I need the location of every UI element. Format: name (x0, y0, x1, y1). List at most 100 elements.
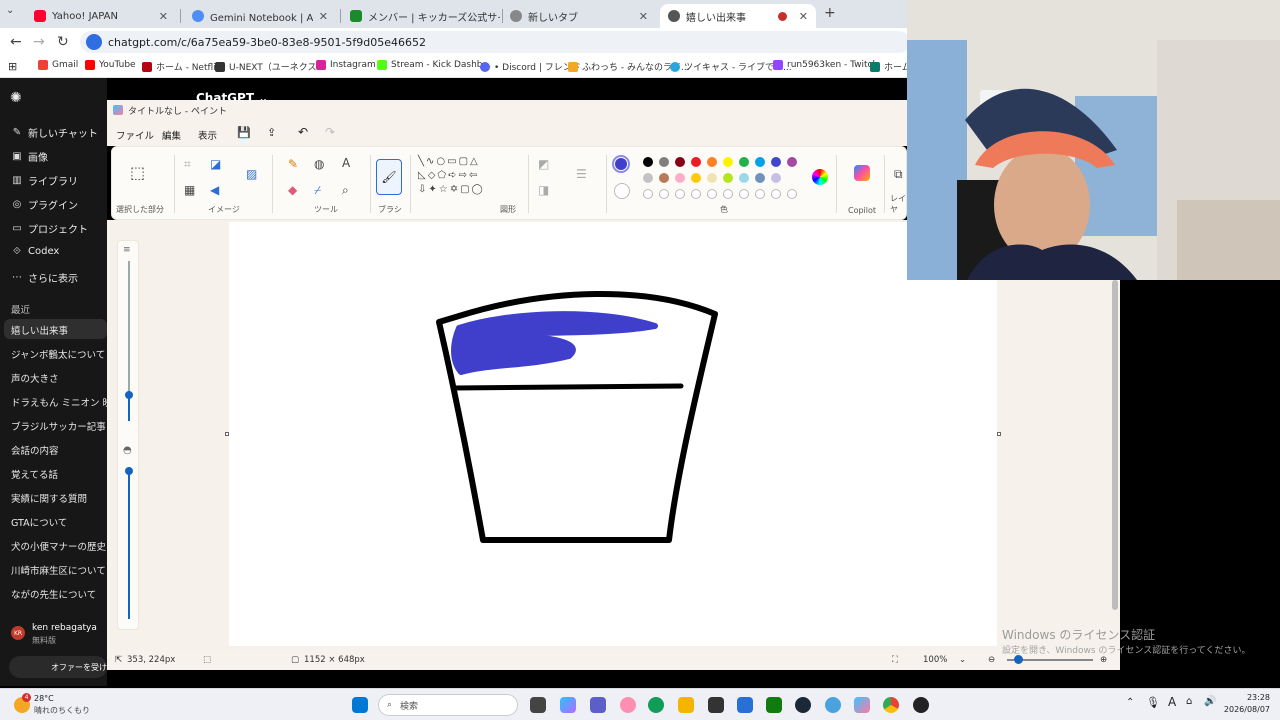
flip-icon[interactable]: ▦ (184, 183, 195, 197)
close-icon[interactable]: ✕ (153, 10, 168, 23)
size-slider-thumb[interactable] (125, 391, 133, 399)
custom-color-slot[interactable] (643, 189, 653, 199)
history-item[interactable]: 会話の内容 (11, 443, 107, 457)
outline-icon[interactable]: ◩ (538, 157, 549, 171)
custom-color-slot[interactable] (675, 189, 685, 199)
opacity-slider-thumb[interactable] (125, 467, 133, 475)
offer-button[interactable]: オファーを受け (9, 656, 107, 678)
user-name[interactable]: ken rebagatya (32, 623, 97, 633)
nav-projects[interactable]: ▭ プロジェクト (11, 221, 88, 236)
reload-icon[interactable]: ↻ (57, 34, 69, 50)
history-item[interactable]: 嬉しい出来事 (11, 323, 107, 337)
palette-swatch[interactable] (659, 173, 669, 183)
resize-icon[interactable]: ◪ (210, 157, 221, 171)
taskbar-search[interactable]: ⌕ 検索 (378, 694, 518, 716)
opacity-slider-track[interactable] (128, 467, 130, 619)
bookmark-kick[interactable]: Stream - Kick Dashb... (377, 60, 491, 70)
bookmark-discord[interactable]: • Discord | フレンド (480, 60, 581, 73)
custom-color-slot[interactable] (723, 189, 733, 199)
history-item[interactable]: ながの先生について (11, 587, 107, 601)
drawing-canvas[interactable] (229, 222, 997, 646)
nav-library[interactable]: ▥ ライブラリ (11, 173, 78, 188)
menu-view[interactable]: 表示 (198, 128, 217, 142)
palette-swatch[interactable] (787, 157, 797, 167)
history-item[interactable]: ジャンボ鶴太について (11, 347, 107, 361)
close-icon[interactable]: ✕ (793, 10, 808, 23)
copilot-taskbar-icon[interactable] (560, 697, 576, 713)
history-item[interactable]: ドラえもん ミニオン 映画 (11, 395, 107, 409)
fill-style-icon[interactable]: ◨ (538, 183, 549, 197)
selection-icon[interactable]: ⬚ (130, 163, 145, 182)
redo-icon[interactable]: ↷ (325, 125, 335, 139)
custom-color-slot[interactable] (691, 189, 701, 199)
tab-yahoo[interactable]: Yahoo! JAPAN ✕ (26, 4, 176, 28)
steam-icon[interactable] (795, 697, 811, 713)
line-size-icon[interactable]: ☰ (576, 167, 587, 181)
history-item[interactable]: ブラジルサッカー記事リンク (11, 419, 107, 433)
nav-more[interactable]: ⋯ さらに表示 (11, 270, 78, 285)
history-item[interactable]: 実績に関する質問 (11, 491, 107, 505)
rotate-icon[interactable]: ◀ (210, 183, 219, 197)
text-icon[interactable]: A (342, 156, 350, 170)
chrome-icon[interactable] (883, 697, 899, 713)
network-icon[interactable]: ⌂ (1186, 696, 1192, 707)
custom-color-slot[interactable] (659, 189, 669, 199)
secondary-color-swatch[interactable] (614, 183, 630, 199)
nav-images[interactable]: ▣ 画像 (11, 149, 48, 164)
zoom-in-icon[interactable]: ⊕ (1100, 655, 1107, 665)
back-icon[interactable]: ← (10, 34, 22, 50)
palette-swatch[interactable] (643, 173, 653, 183)
edge-icon[interactable] (648, 697, 664, 713)
palette-swatch[interactable] (723, 173, 733, 183)
bookmark-unext[interactable]: U-NEXT（ユーネクス... (215, 60, 325, 73)
history-item[interactable]: 声の大きさ (11, 371, 107, 385)
obs-icon[interactable] (913, 697, 929, 713)
custom-color-slot[interactable] (739, 189, 749, 199)
palette-swatch[interactable] (659, 157, 669, 167)
history-item[interactable]: 覚えてる話 (11, 467, 107, 481)
nav-plugins[interactable]: ◎ プラグイン (11, 197, 78, 212)
custom-color-slot[interactable] (707, 189, 717, 199)
custom-color-slot[interactable] (787, 189, 797, 199)
primary-color-swatch[interactable] (612, 155, 630, 173)
bookmark-youtube[interactable]: YouTube (85, 60, 136, 70)
palette-swatch[interactable] (707, 173, 717, 183)
chevron-up-icon[interactable]: ⌃ (1126, 697, 1134, 708)
crop-icon[interactable]: ⌗ (184, 157, 191, 172)
palette-swatch[interactable] (675, 157, 685, 167)
tab-new[interactable]: 新しいタブ ✕ (502, 4, 656, 28)
zoom-slider-thumb[interactable] (1014, 655, 1023, 664)
history-item[interactable]: 川崎市麻生区について (11, 563, 107, 577)
brush-button[interactable]: 🖌 (376, 159, 402, 195)
close-icon[interactable]: ✕ (633, 10, 648, 23)
tab-chatgpt[interactable]: 嬉しい出来事 ✕ (660, 4, 816, 28)
palette-swatch[interactable] (771, 173, 781, 183)
menu-file[interactable]: ファイル (116, 128, 154, 142)
palette-swatch[interactable] (707, 157, 717, 167)
resize-handle[interactable] (225, 432, 229, 436)
zoom-out-icon[interactable]: ⊖ (988, 655, 995, 665)
paint-taskbar-icon[interactable] (854, 697, 870, 713)
palette-swatch[interactable] (739, 173, 749, 183)
palette-swatch[interactable] (723, 157, 733, 167)
bookmark-netflix[interactable]: ホーム - Netflix (142, 60, 221, 73)
nav-new-chat[interactable]: ✎ 新しいチャット (11, 125, 98, 140)
tab-kickers[interactable]: メンバー | キッカーズ公式サイト ✕ (342, 4, 500, 28)
palette-swatch[interactable] (771, 157, 781, 167)
clock-time[interactable]: 23:28 (1226, 693, 1270, 702)
history-item[interactable]: 犬の小便マナーの歴史 (11, 539, 107, 553)
volume-icon[interactable]: 🔊 (1204, 696, 1216, 707)
palette-swatch[interactable] (691, 173, 701, 183)
layers-icon[interactable]: ⧉ (894, 167, 903, 182)
zoom-level[interactable]: 100% (923, 655, 947, 665)
new-tab-icon[interactable]: + (824, 5, 836, 21)
clock-date[interactable]: 2026/08/07 (1222, 705, 1270, 714)
url-bar[interactable]: chatgpt.com/c/6a75ea59-3be0-83e8-9501-5f… (80, 31, 910, 53)
image-generate-icon[interactable]: ▨ (246, 167, 257, 181)
palette-swatch[interactable] (739, 157, 749, 167)
fill-icon[interactable]: ◍ (314, 157, 324, 171)
custom-color-slot[interactable] (771, 189, 781, 199)
tab-search-icon[interactable]: ⌄ (6, 5, 14, 16)
bookmark-twitch[interactable]: run5963ken - Twitch (773, 60, 878, 70)
app-icon[interactable] (620, 697, 636, 713)
